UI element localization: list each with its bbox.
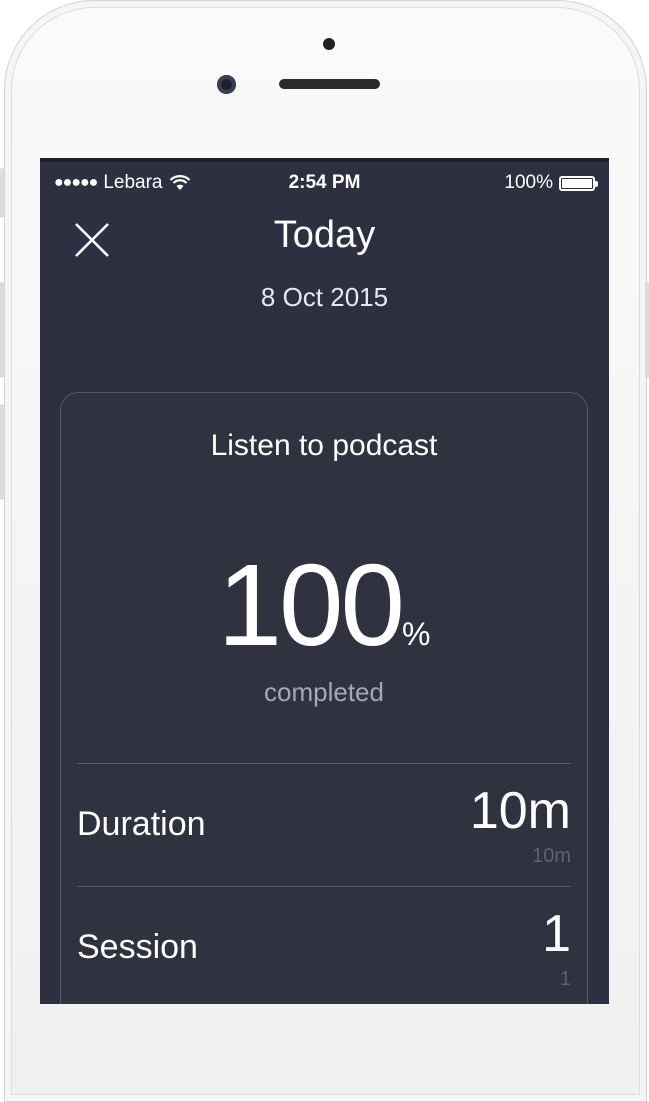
session-value: 1: [542, 905, 571, 963]
progress-display: 100%: [61, 538, 587, 672]
mute-switch: [0, 168, 4, 218]
battery-icon: [559, 175, 598, 191]
status-bar: ●●●●● Lebara 2:54 PM 100%: [40, 168, 609, 198]
session-label: Session: [77, 928, 198, 966]
app-screen: ●●●●● Lebara 2:54 PM 100% Today 8 Oct 20…: [40, 158, 609, 1004]
goal-title: Listen to podcast: [210, 429, 438, 462]
power-button: [645, 282, 649, 378]
progress-label: completed: [264, 677, 384, 707]
duration-target: 10m: [532, 845, 571, 867]
divider: [77, 886, 571, 887]
volume-up-button: [0, 282, 4, 378]
front-camera: [217, 75, 236, 94]
page-date: 8 Oct 2015: [260, 282, 389, 312]
session-target: 1: [559, 968, 571, 990]
proximity-sensor: [323, 38, 335, 50]
volume-down-button: [0, 404, 4, 500]
duration-value: 10m: [469, 782, 571, 840]
page-title: Today: [273, 214, 376, 256]
battery-status: 100%: [504, 172, 598, 194]
battery-percent: 100%: [504, 172, 553, 193]
earpiece-speaker: [279, 79, 380, 89]
divider: [77, 763, 571, 764]
goal-card: Listen to podcast 100% completed Duratio…: [60, 392, 588, 1004]
progress-unit: %: [402, 616, 431, 652]
duration-label: Duration: [77, 805, 206, 843]
progress-value: 100: [217, 540, 406, 670]
